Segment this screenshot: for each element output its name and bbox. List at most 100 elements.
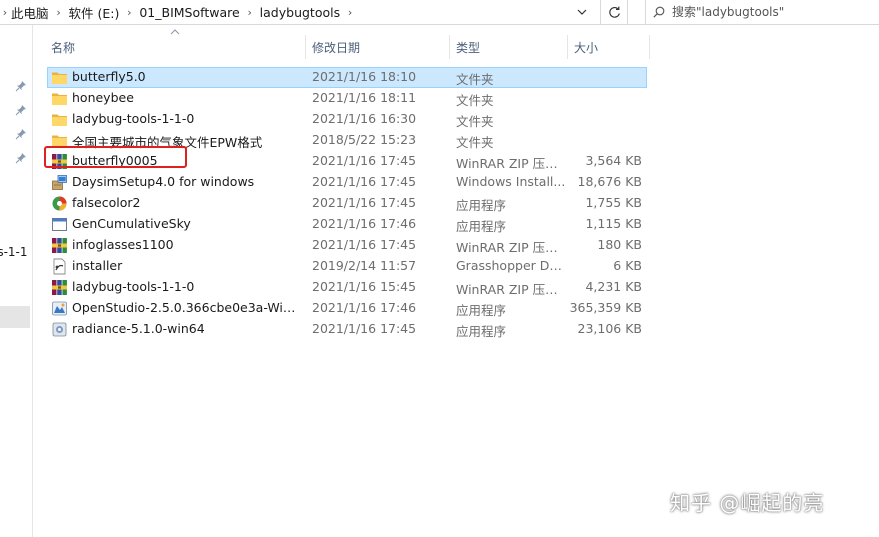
file-name: ladybug-tools-1-1-0 xyxy=(72,111,195,126)
file-size: 1,115 KB xyxy=(585,216,642,231)
file-type: 应用程序 xyxy=(456,324,507,339)
file-name: DaysimSetup4.0 for windows xyxy=(72,174,255,189)
file-name: falsecolor2 xyxy=(72,195,141,210)
radiance-app-icon xyxy=(51,321,68,338)
file-name: GenCumulativeSky xyxy=(72,216,191,231)
winrar-icon xyxy=(51,279,68,296)
search-box[interactable] xyxy=(645,0,879,24)
file-date: 2021/1/16 17:45 xyxy=(312,237,417,252)
pin-icon[interactable] xyxy=(15,104,27,116)
file-date: 2019/2/14 11:57 xyxy=(312,258,417,273)
file-date: 2021/1/16 18:11 xyxy=(312,90,417,105)
breadcrumb-separator-icon[interactable]: › xyxy=(50,6,68,19)
column-header-type[interactable]: 类型 xyxy=(450,35,567,59)
breadcrumb[interactable]: › 此电脑 › 软件 (E:) › 01_BIMSoftware › ladybugtools… xyxy=(0,0,570,24)
file-list: butterfly5.0 2021/1/16 18:10 文件夹 honeybe… xyxy=(47,67,647,340)
openstudio-app-icon xyxy=(51,300,68,317)
file-date: 2021/1/16 18:10 xyxy=(312,69,417,84)
folder-icon xyxy=(51,132,68,149)
file-row[interactable]: installer 2019/2/14 11:57 Grasshopper Do… xyxy=(47,256,647,277)
breadcrumb-separator-icon[interactable]: › xyxy=(241,6,259,19)
file-date: 2021/1/16 16:30 xyxy=(312,111,417,126)
file-type: WinRAR ZIP 压缩... xyxy=(456,282,566,297)
breadcrumb-item[interactable]: 01_BIMSoftware xyxy=(138,5,240,20)
app-window-icon xyxy=(51,216,68,233)
search-input[interactable] xyxy=(672,5,862,19)
winrar-icon xyxy=(51,153,68,170)
refresh-icon xyxy=(608,6,620,18)
file-row[interactable]: 全国主要城市的气象文件EPW格式 2018/5/22 15:23 文件夹 xyxy=(47,130,647,151)
address-history-dropdown[interactable] xyxy=(570,0,594,24)
file-name: butterfly5.0 xyxy=(72,69,146,84)
folder-icon xyxy=(51,69,68,86)
file-size: 180 KB xyxy=(597,237,642,252)
file-name: radiance-5.1.0-win64 xyxy=(72,321,205,336)
nav-item-selected[interactable] xyxy=(0,306,30,328)
file-date: 2021/1/16 17:45 xyxy=(312,153,417,168)
breadcrumb-item[interactable]: 软件 (E:) xyxy=(68,3,121,22)
file-row[interactable]: infoglasses1100 2021/1/16 17:45 WinRAR Z… xyxy=(47,235,647,256)
file-date: 2018/5/22 15:23 xyxy=(312,132,417,147)
file-type: WinRAR ZIP 压缩... xyxy=(456,156,566,171)
file-size: 23,106 KB xyxy=(577,321,642,336)
file-date: 2021/1/16 17:45 xyxy=(312,174,417,189)
file-size: 6 KB xyxy=(613,258,642,273)
file-row[interactable]: DaysimSetup4.0 for windows 2021/1/16 17:… xyxy=(47,172,647,193)
file-row[interactable]: falsecolor2 2021/1/16 17:45 应用程序 1,755 K… xyxy=(47,193,647,214)
file-row[interactable]: radiance-5.1.0-win64 2021/1/16 17:45 应用程… xyxy=(47,319,647,340)
file-explorer-window: › 此电脑 › 软件 (E:) › 01_BIMSoftware › ladybugtools… xyxy=(0,0,879,537)
refresh-button[interactable] xyxy=(600,0,628,24)
file-type: 文件夹 xyxy=(456,93,494,108)
file-row[interactable]: GenCumulativeSky 2021/1/16 17:46 应用程序 1,… xyxy=(47,214,647,235)
file-name: honeybee xyxy=(72,90,134,105)
folder-icon xyxy=(51,90,68,107)
watermark: 知乎 @崛起的亮 xyxy=(670,491,825,515)
column-header-size[interactable]: 大小 xyxy=(568,35,648,59)
falsecolor-app-icon xyxy=(51,195,68,212)
file-size: 3,564 KB xyxy=(585,153,642,168)
navigation-pane[interactable]: s ls-1-1 xyxy=(0,25,33,537)
file-row[interactable]: butterfly0005 2021/1/16 17:45 WinRAR ZIP… xyxy=(47,151,647,172)
file-row[interactable]: ladybug-tools-1-1-0 2021/1/16 16:30 文件夹 xyxy=(47,109,647,130)
folder-icon xyxy=(51,111,68,128)
file-size: 1,755 KB xyxy=(585,195,642,210)
breadcrumb-separator-icon[interactable]: › xyxy=(341,6,359,19)
file-date: 2021/1/16 17:46 xyxy=(312,216,417,231)
pin-icon[interactable] xyxy=(15,80,27,92)
file-row[interactable]: butterfly5.0 2021/1/16 18:10 文件夹 xyxy=(47,67,647,88)
breadcrumb-separator-icon[interactable]: › xyxy=(120,6,138,19)
file-row[interactable]: OpenStudio-2.5.0.366cbe0e3a-Windo... 202… xyxy=(47,298,647,319)
file-name: OpenStudio-2.5.0.366cbe0e3a-Windo... xyxy=(72,300,302,315)
pin-icon[interactable] xyxy=(15,128,27,140)
file-type: 应用程序 xyxy=(456,219,507,234)
file-type: Windows Install... xyxy=(456,174,566,189)
winrar-icon xyxy=(51,237,68,254)
file-type: 文件夹 xyxy=(456,72,494,87)
column-divider[interactable] xyxy=(649,35,650,59)
file-name: butterfly0005 xyxy=(72,153,158,168)
file-name: installer xyxy=(72,258,123,273)
nav-item-label[interactable]: ls-1-1 xyxy=(0,245,28,259)
file-date: 2021/1/16 17:45 xyxy=(312,195,417,210)
file-size: 4,231 KB xyxy=(585,279,642,294)
chevron-down-icon xyxy=(577,9,587,15)
file-row[interactable]: ladybug-tools-1-1-0 2021/1/16 15:45 WinR… xyxy=(47,277,647,298)
file-date: 2021/1/16 17:45 xyxy=(312,321,417,336)
breadcrumb-item[interactable]: ladybugtools xyxy=(259,5,341,20)
pin-icon[interactable] xyxy=(15,152,27,164)
breadcrumb-separator-icon[interactable]: › xyxy=(0,6,10,19)
file-type: 文件夹 xyxy=(456,114,494,129)
file-type: WinRAR ZIP 压缩... xyxy=(456,240,566,255)
breadcrumb-item[interactable]: 此电脑 xyxy=(10,3,50,22)
column-header-name[interactable]: 名称 xyxy=(45,35,305,59)
file-type: Grasshopper Do... xyxy=(456,258,566,273)
file-size: 18,676 KB xyxy=(577,174,642,189)
file-name: infoglasses1100 xyxy=(72,237,174,252)
column-headers: 名称 修改日期 类型 大小 xyxy=(33,25,879,65)
installer-package-icon xyxy=(51,174,68,191)
file-date: 2021/1/16 17:46 xyxy=(312,300,417,315)
column-header-date[interactable]: 修改日期 xyxy=(306,35,449,59)
grasshopper-doc-icon xyxy=(51,258,68,275)
address-bar: › 此电脑 › 软件 (E:) › 01_BIMSoftware › ladybugtools… xyxy=(0,0,879,25)
file-row[interactable]: honeybee 2021/1/16 18:11 文件夹 xyxy=(47,88,647,109)
